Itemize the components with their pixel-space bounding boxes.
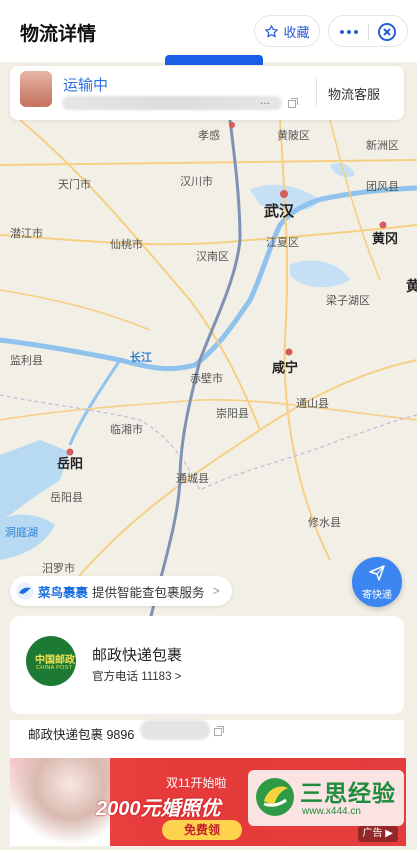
mini-program-capsule: [328, 15, 408, 47]
shipment-status-card[interactable]: 运输中 ... 物流客服: [10, 66, 404, 120]
favorite-button[interactable]: 收藏: [254, 15, 320, 47]
site-watermark: 三思经验 www.x444.cn: [248, 770, 404, 826]
watermark-url: www.x444.cn: [302, 806, 361, 817]
map-label-huanggang: 黄冈: [372, 231, 399, 246]
courier-info-sheet: 中国邮政 CHINA POST 邮政快递包裹 官方电话 11183 >: [10, 616, 404, 714]
logo-mark: 中国邮政: [35, 655, 75, 666]
map-label-yueyang: 岳阳: [57, 456, 84, 471]
map-label-qianjiang: 潜江市: [10, 228, 43, 240]
copy-icon[interactable]: [288, 98, 298, 108]
map-label-linxiang: 临湘市: [110, 424, 143, 436]
header-accent-tab: [165, 55, 263, 65]
tracking-number-redacted-2: [140, 720, 210, 740]
tracking-number-row: 邮政快递包裹 9896: [10, 720, 404, 758]
star-icon: [265, 24, 279, 37]
cainiao-bird-icon: [16, 582, 34, 600]
courier-phone-link[interactable]: 官方电话 11183 >: [92, 668, 181, 684]
ad-line-1: 双11开始啦: [166, 776, 227, 790]
shipment-status: 运输中: [63, 77, 109, 94]
map-label-miluo: 汨罗市: [42, 563, 75, 575]
map-label-tongcheng: 通城县: [176, 473, 209, 485]
map-label-huangpi: 黄陂区: [277, 130, 310, 142]
ad-badge[interactable]: 广告 ▶: [357, 826, 398, 842]
map-label-xiaogan: 孝感: [198, 130, 220, 142]
cainiao-text: 提供智能查包裹服务: [92, 585, 205, 600]
cainiao-brand: 菜鸟裹裹: [38, 585, 89, 600]
tracking-ellipsis: ...: [260, 93, 271, 107]
tracking-number-label: 邮政快递包裹 9896: [28, 728, 135, 742]
map-label-changjiang: 长江: [130, 352, 152, 364]
customer-service-button[interactable]: 物流客服: [328, 84, 380, 103]
map-label-xiushui: 修水县: [308, 517, 341, 529]
tracking-number-redacted: [62, 96, 282, 110]
map-label-chongyang: 崇阳县: [216, 408, 249, 420]
map-label-yueyangxian: 岳阳县: [50, 492, 83, 504]
logo-sub: CHINA POST: [36, 665, 73, 671]
map-label-jianli: 监利县: [10, 355, 43, 367]
paper-plane-icon: [369, 565, 385, 581]
map-label-tongshan: 通山县: [296, 398, 329, 410]
watermark-logo-icon: [256, 778, 294, 816]
close-target-icon[interactable]: [376, 21, 398, 43]
map-label-wuhan: 武汉: [264, 203, 295, 220]
map-label-tianmen: 天门市: [58, 179, 91, 191]
map-label-tuanfeng: 团风县: [366, 181, 399, 193]
card-divider: [316, 78, 317, 106]
ad-bride-image: [10, 758, 110, 846]
capsule-divider: [368, 24, 369, 40]
send-express-button[interactable]: 寄快递: [352, 557, 402, 607]
ad-line-2: 2000元婚照优: [96, 798, 221, 820]
more-dots-icon[interactable]: [339, 30, 359, 34]
watermark-title: 三思经验: [300, 780, 396, 806]
map-label-liangzihu: 梁子湖区: [326, 295, 370, 307]
map-label-dongtinghu: 洞庭湖: [5, 527, 38, 539]
map-label-chibi: 赤壁市: [190, 373, 223, 385]
send-express-label: 寄快递: [362, 590, 392, 601]
map-label-xianning: 咸宁: [272, 360, 299, 375]
ad-cta-button[interactable]: 免费领: [162, 820, 242, 840]
map-label-xiantao: 仙桃市: [110, 239, 143, 251]
map-label-jiangxia: 江夏区: [266, 237, 299, 249]
courier-name: 邮政快递包裹: [92, 647, 183, 664]
map-label-huang-partial: 黄: [406, 278, 417, 294]
map-label-hannan: 汉南区: [196, 251, 229, 263]
map-label-hanchuan: 汉川市: [180, 176, 213, 188]
top-navigation-bar: 物流详情 收藏: [0, 0, 417, 62]
chevron-right-icon: >: [212, 584, 220, 598]
cainiao-banner[interactable]: 菜鸟裹裹 提供智能查包裹服务 >: [10, 576, 232, 606]
parcel-thumbnail: [20, 71, 52, 107]
map-label-xinzhou: 新洲区: [366, 140, 399, 152]
favorite-label: 收藏: [283, 24, 310, 40]
china-post-logo: 中国邮政 CHINA POST: [26, 636, 76, 686]
copy-icon[interactable]: [214, 726, 224, 736]
page-title: 物流详情: [20, 24, 97, 45]
